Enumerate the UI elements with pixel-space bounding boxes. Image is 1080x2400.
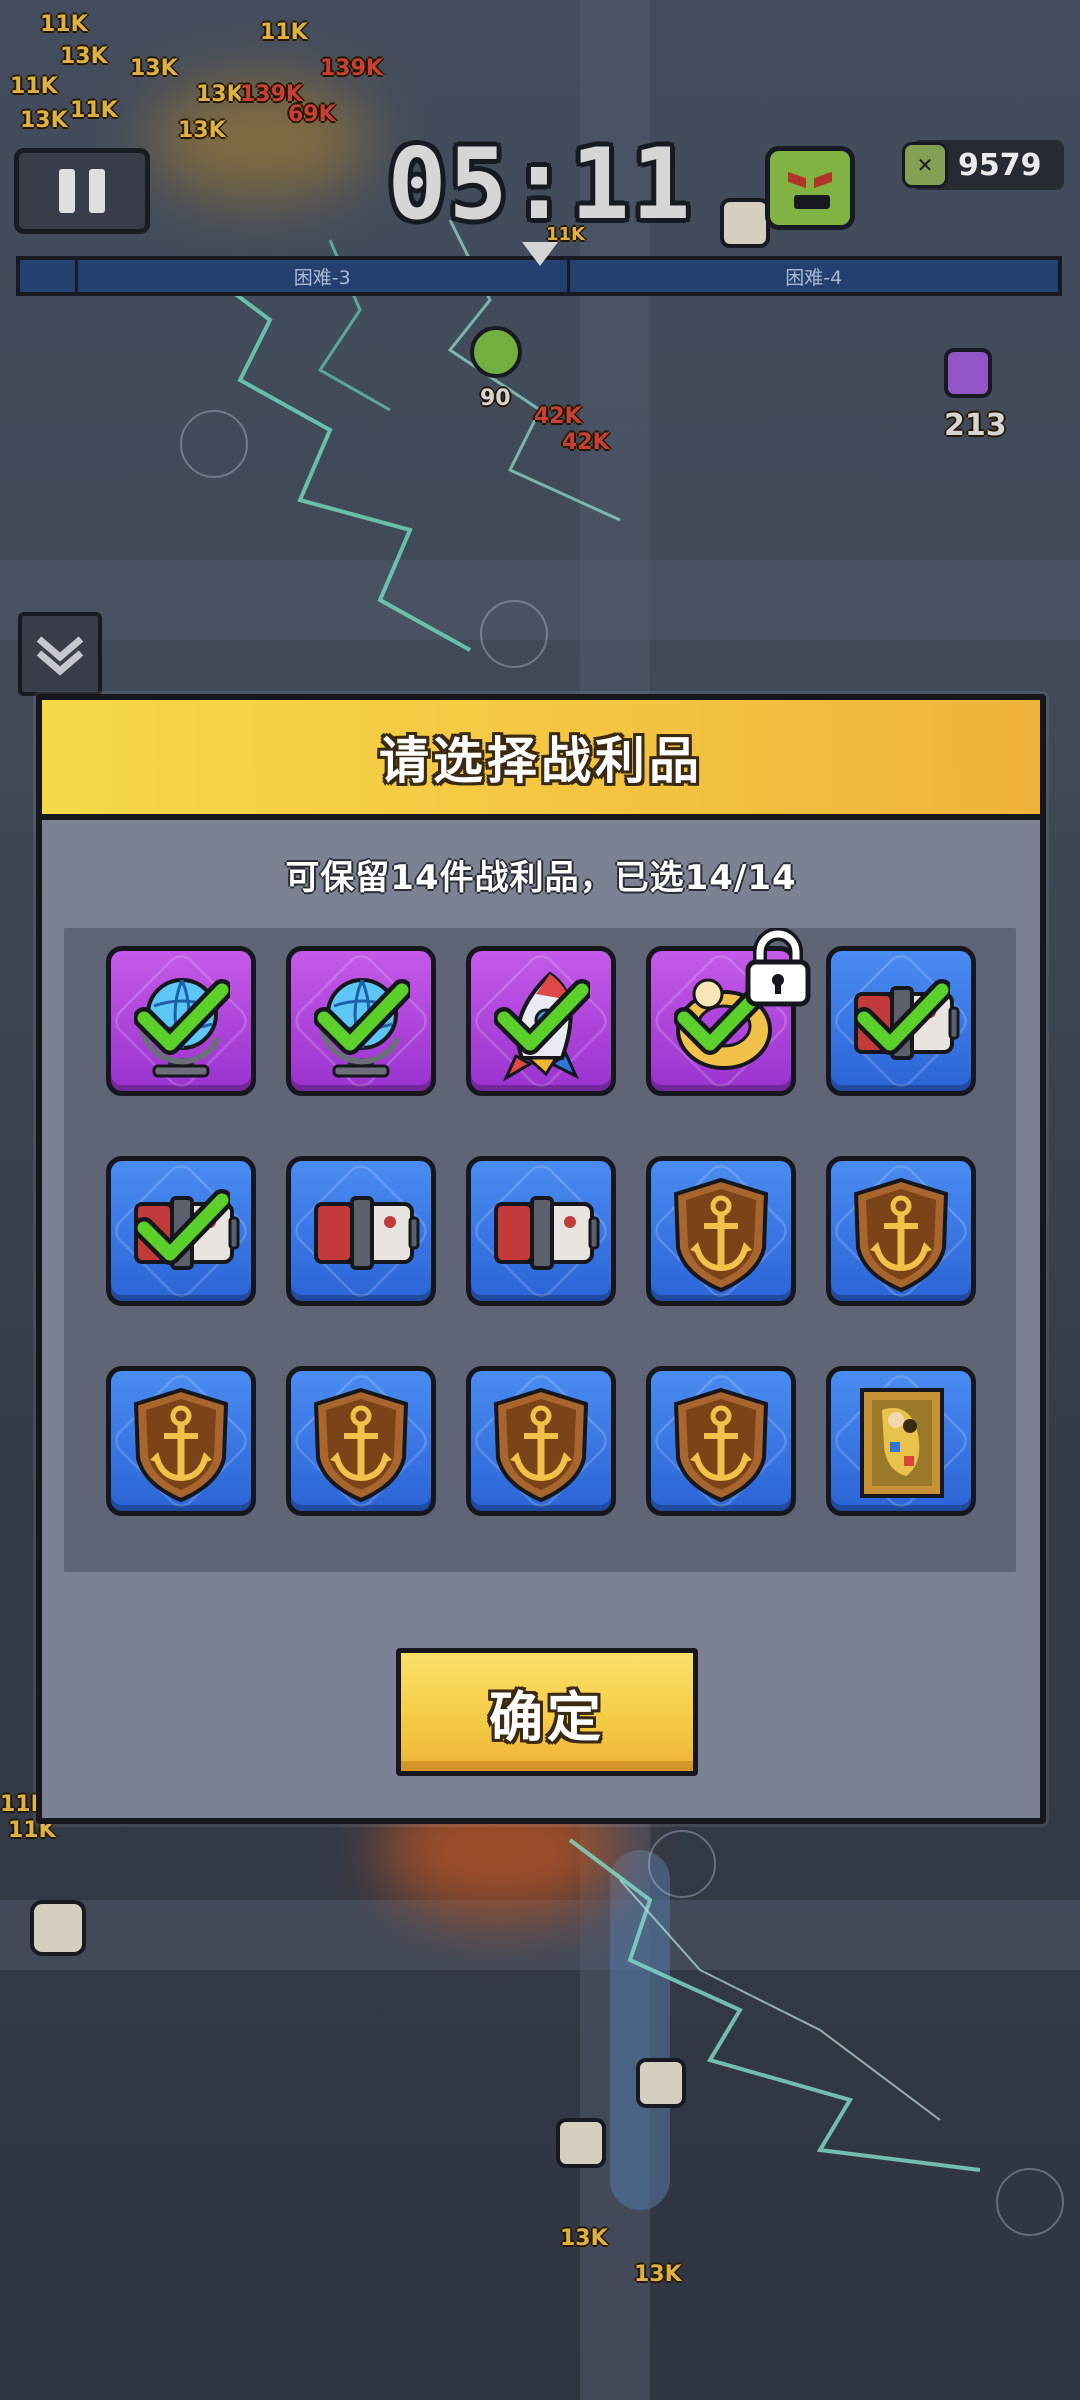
loot-item-slot[interactable] [646,928,811,1096]
loot-item-slot[interactable] [646,1366,796,1516]
confirm-button[interactable]: 确定 [396,1648,698,1776]
loot-item-slot[interactable] [106,1366,256,1516]
loot-item-slot[interactable] [826,1156,976,1306]
battery-icon [314,1196,420,1270]
confirm-label: 确定 [489,1685,605,1749]
loot-item-slot[interactable] [466,946,616,1096]
anchor-shield-icon [133,1387,229,1503]
loot-item-slot[interactable] [286,946,436,1096]
dialog-header: 请选择战利品 [42,700,1040,820]
loot-item-slot[interactable] [106,1156,256,1306]
loot-selection-dialog: 请选择战利品 可保留14件战利品，已选14/14 确定 [36,694,1046,1824]
loot-grid [64,928,1016,1572]
check-mark-icon [494,979,590,1055]
loot-item-slot[interactable] [106,946,256,1096]
loot-item-slot[interactable] [826,946,976,1096]
check-mark-icon [134,1189,230,1265]
dialog-title: 请选择战利品 [379,732,703,790]
loot-item-slot[interactable] [466,1156,616,1306]
check-mark-icon [314,979,410,1055]
battery-icon [494,1196,600,1270]
selection-count-text: 可保留14件战利品，已选14/14 [285,858,797,898]
lock-icon [745,928,811,1007]
loot-item-slot[interactable] [466,1366,616,1516]
anchor-shield-icon [673,1387,769,1503]
check-mark-icon [134,979,230,1055]
painting-icon [860,1388,944,1498]
anchor-shield-icon [673,1177,769,1293]
anchor-shield-icon [493,1387,589,1503]
anchor-shield-icon [313,1387,409,1503]
loot-item-slot[interactable] [826,1366,976,1516]
anchor-shield-icon [853,1177,949,1293]
loot-item-slot[interactable] [286,1156,436,1306]
check-mark-icon [854,979,950,1055]
loot-item-slot[interactable] [286,1366,436,1516]
loot-item-slot[interactable] [646,1156,796,1306]
